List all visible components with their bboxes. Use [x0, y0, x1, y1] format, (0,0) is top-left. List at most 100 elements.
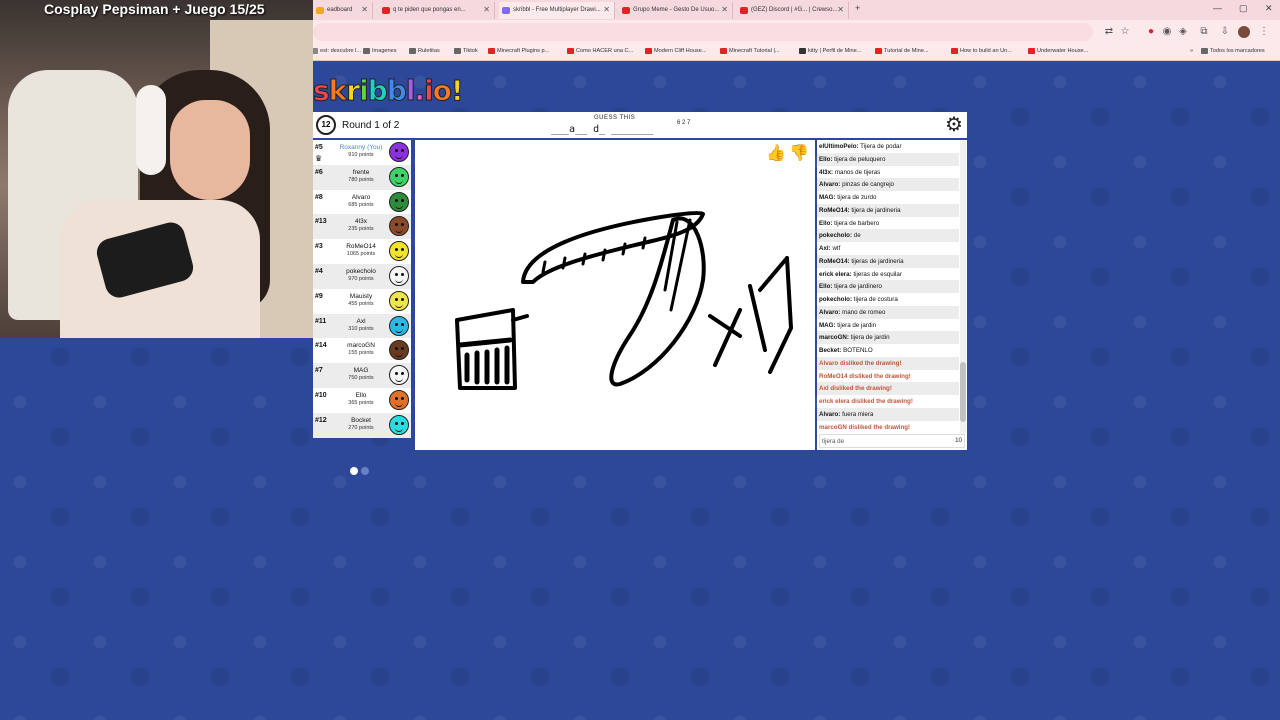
- minimize-icon[interactable]: —: [1213, 3, 1222, 13]
- bookmark-item[interactable]: est: descubre l...: [311, 48, 361, 54]
- chat-author: elUltimoPelo:: [819, 143, 859, 150]
- bookmark-item[interactable]: How to build an Un...: [951, 48, 1012, 54]
- chat-text: BOTENLO: [843, 347, 873, 354]
- translate-icon[interactable]: ⇄: [1103, 26, 1115, 37]
- chat-input[interactable]: tijera de: [819, 434, 965, 448]
- chat-text: wtf: [832, 245, 841, 252]
- bookmark-icon: [1181, 48, 1188, 54]
- chat-text: de: [853, 232, 861, 240]
- url-field[interactable]: [313, 23, 1093, 41]
- bookmark-label: »: [1190, 48, 1194, 54]
- browser-tab[interactable]: (GEZ) Discord | #G... | Crewso... ✕: [737, 2, 849, 19]
- thumbs-down-icon[interactable]: 👎: [789, 144, 809, 164]
- bookmark-item[interactable]: Imagenes: [363, 48, 397, 54]
- chat-text: RoMeO14 disliked the drawing!: [819, 372, 911, 380]
- player-row[interactable]: #9 Mauisty 455 points: [313, 289, 411, 314]
- bookmark-item[interactable]: Tiktok: [454, 48, 478, 54]
- star-icon[interactable]: ☆: [1119, 26, 1131, 37]
- logo-letter: .: [414, 74, 426, 108]
- thumbs-up-icon[interactable]: 👍: [766, 144, 786, 164]
- player-name: Axl: [356, 317, 366, 325]
- chat-author: Ello:: [819, 283, 833, 291]
- gear-icon[interactable]: ⚙: [943, 114, 965, 136]
- player-points: 310 points: [348, 325, 374, 332]
- player-points: 910 points: [348, 152, 374, 158]
- tab-close-icon[interactable]: ✕: [361, 5, 368, 14]
- browser-tab[interactable]: Grupo Meme - Gesto De Usuo... ✕: [619, 2, 733, 19]
- player-row[interactable]: #8 Alvaro 685 points: [313, 190, 411, 215]
- browser-tab[interactable]: eadboard ✕: [313, 2, 373, 19]
- chat-message: Ello: tijera de barbero: [817, 217, 959, 230]
- player-row[interactable]: #5 ♛ Roxanny (You) 910 points: [313, 140, 411, 165]
- tab-close-icon[interactable]: ✕: [483, 5, 490, 14]
- chat-message: RoMeO14: tijera de jardineria: [817, 203, 959, 217]
- stroke-y: [748, 256, 793, 374]
- bookmark-item[interactable]: Ruletitas: [409, 48, 440, 54]
- player-name: marcoGN: [347, 342, 375, 350]
- stroke-x: [708, 308, 742, 367]
- chat-text: tijera de jardineria: [851, 206, 901, 214]
- player-name: RoMeO14: [346, 243, 376, 251]
- sound-icon[interactable]: ◉: [1161, 26, 1173, 37]
- chat-text: Axl disliked the drawing!: [819, 385, 892, 393]
- player-row[interactable]: #3 RoMeO14 1065 points: [313, 239, 411, 264]
- player-row[interactable]: #4 pokecholo 970 points: [313, 264, 411, 289]
- page-dot-active[interactable]: [350, 467, 358, 475]
- player-row[interactable]: #11 Axl 310 points: [313, 313, 411, 339]
- chat-text: tijera de costura: [853, 296, 898, 303]
- chat-message: Axl: wtf: [817, 242, 959, 255]
- player-avatar: [389, 266, 409, 286]
- player-rank: #9: [315, 292, 323, 300]
- maximize-icon[interactable]: ▢: [1239, 3, 1248, 14]
- player-row[interactable]: #13 4l3x 235 points: [313, 214, 411, 240]
- bookmark-item[interactable]: Como HACER una C...: [567, 48, 633, 54]
- tab-close-icon[interactable]: ✕: [603, 5, 610, 14]
- player-avatar: [389, 390, 409, 410]
- profile-avatar[interactable]: [1238, 26, 1250, 38]
- bookmark-item[interactable]: Minecraft Tutorial |...: [720, 48, 780, 54]
- player-avatar: [389, 142, 409, 162]
- browser-tab[interactable]: q te piden que pongas en... ✕: [379, 2, 495, 19]
- bookmark-label: Minecraft Plugins p...: [497, 48, 550, 54]
- chat-scrollbar[interactable]: [960, 140, 966, 434]
- opera-icon[interactable]: ●: [1145, 26, 1157, 37]
- tab-close-icon[interactable]: ✕: [837, 5, 844, 14]
- browser-tab[interactable]: skribbl - Free Multiplayer Drawi... ✕: [499, 2, 615, 19]
- download-icon[interactable]: ⇩: [1219, 26, 1231, 37]
- close-window-icon[interactable]: ✕: [1265, 3, 1273, 14]
- bookmark-item[interactable]: »: [1181, 48, 1193, 54]
- drawing-canvas[interactable]: [415, 140, 815, 450]
- chat-text: tijera de jardin: [837, 321, 877, 329]
- new-tab-button[interactable]: +: [855, 3, 860, 13]
- logo-letter: !: [450, 74, 464, 108]
- bookmark-item[interactable]: Modern Cliff House...: [645, 48, 706, 54]
- bookmark-label: Minecraft Tutorial |...: [729, 48, 780, 54]
- menu-icon[interactable]: ⋮: [1258, 26, 1270, 37]
- bookmarks-bar: est: descubre l... Imagenes Ruletitas Tikto…: [311, 44, 1280, 61]
- puzzle-icon[interactable]: ⧉: [1198, 26, 1210, 37]
- player-row[interactable]: #12 Bocket 270 points: [313, 412, 411, 438]
- bookmark-item[interactable]: Minecraft Plugins p...: [488, 48, 549, 54]
- logo-letter: i: [424, 74, 435, 108]
- player-row[interactable]: #7 MAG 750 points: [313, 363, 411, 388]
- page-dot[interactable]: [361, 467, 369, 475]
- player-row[interactable]: #6 frente 780 points: [313, 164, 411, 190]
- extension-icon[interactable]: ◈: [1177, 26, 1189, 37]
- player-row[interactable]: #10 Ello 365 points: [313, 388, 411, 413]
- bookmark-label: Tiktok: [463, 48, 478, 54]
- chat-scroll-thumb[interactable]: [960, 362, 966, 422]
- chat-message: Alvaro disliked the drawing!: [817, 356, 959, 370]
- player-row[interactable]: #14 marcoGN 155 points: [313, 338, 411, 363]
- bookmark-item[interactable]: kitty | Perfil de Mine...: [799, 48, 861, 54]
- chat-message: marcoGN: tijera de jardin: [817, 331, 959, 344]
- player-name: Mauisty: [349, 292, 373, 300]
- chat-message: Alvaro: fuera miera: [817, 407, 959, 421]
- bookmark-item[interactable]: Todos los marcadores: [1201, 48, 1265, 54]
- tab-close-icon[interactable]: ✕: [721, 5, 728, 14]
- bookmark-item[interactable]: Underwater House...: [1028, 48, 1088, 54]
- bookmark-icon: [720, 48, 727, 54]
- player-list: #5 ♛ Roxanny (You) 910 points #6 frente 780 po…: [313, 140, 411, 438]
- player-name: Ello: [355, 392, 367, 399]
- bookmark-item[interactable]: Tutorial de Mine...: [875, 48, 929, 54]
- chat-message: MAG: tijera de zurdo: [817, 191, 959, 204]
